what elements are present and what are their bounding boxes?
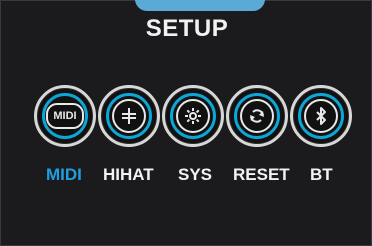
label-bt[interactable]: BT [310, 165, 333, 185]
midi-text-icon: MIDI [46, 103, 84, 129]
midi-button[interactable]: MIDI [34, 85, 96, 147]
hihat-button[interactable] [98, 85, 160, 147]
label-midi[interactable]: MIDI [46, 165, 82, 185]
tab-notch [135, 0, 265, 11]
setup-screen: SETUP MIDI MIDI HIHAT SYS RESET BT [0, 0, 372, 246]
label-reset[interactable]: RESET [233, 165, 290, 185]
label-sys[interactable]: SYS [178, 165, 212, 185]
label-hihat[interactable]: HIHAT [103, 165, 154, 185]
sys-button[interactable] [162, 85, 224, 147]
bt-button[interactable] [290, 85, 352, 147]
menu-labels: MIDI HIHAT SYS RESET BT [34, 165, 344, 185]
reset-icon [240, 99, 274, 133]
reset-button[interactable] [226, 85, 288, 147]
hihat-icon [112, 99, 146, 133]
gear-icon [176, 99, 210, 133]
page-title: SETUP [145, 15, 229, 42]
bluetooth-icon [304, 99, 338, 133]
menu-buttons: MIDI [34, 85, 352, 149]
